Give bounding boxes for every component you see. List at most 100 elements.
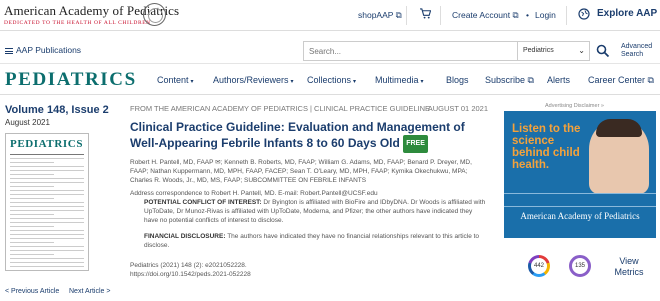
cover-text-line [10,222,84,223]
cover-text-line [10,182,84,183]
dimensions-badge[interactable]: 135 [569,255,591,277]
nav-label: Subscribe ⧉ [485,75,534,85]
login-link[interactable]: Login [535,10,556,20]
shop-aap-link[interactable]: shopAAP ⧉ [358,10,402,21]
financial-disclosure: FINANCIAL DISCLOSURE: The authors have i… [130,232,488,250]
article-category-text: FROM THE AMERICAN ACADEMY OF PEDIATRICS … [130,104,431,113]
chevron-down-icon: ▾ [353,79,357,85]
next-article-link[interactable]: Next Article > [69,288,110,295]
search-input[interactable] [303,41,518,61]
cover-text-line [10,234,84,235]
nav-label: Authors/Reviewers [213,75,289,85]
journal-nav: PEDIATRICS Content ▾ Authors/Reviewers ▾ C… [0,65,660,95]
doi-link[interactable]: https://doi.org/10.1542/peds.2021-052228 [130,270,488,279]
cover-text-line [10,198,55,199]
chevron-down-icon: ▾ [190,79,194,85]
cover-text-line [10,254,55,255]
advertisement-banner[interactable]: Listen to the science behind child healt… [504,111,656,238]
divider [440,6,441,25]
citation-text: Pediatrics (2021) 148 (2): e2021052228. [130,262,247,269]
ad-footer: American Academy of Pediatrics [520,211,640,221]
cover-text-line [10,262,84,263]
nav-career-center[interactable]: Career Center ⧉ [588,75,654,86]
cover-text-line [10,166,84,167]
nav-alerts[interactable]: Alerts [547,75,570,85]
cover-text-line [10,242,55,243]
menu-icon [5,47,13,54]
nav-label: Blogs [446,75,469,85]
cover-text-line [10,194,84,195]
cover-text-line [10,186,55,187]
explore-aap-link[interactable]: Explore AAP [597,8,657,19]
advanced-search-link[interactable]: Advanced Search [621,43,657,59]
cover-text-line [10,162,55,163]
cover-text-line [10,178,84,179]
previous-article-link[interactable]: < Previous Article [5,288,59,295]
aap-publications-menu[interactable]: AAP Publications [5,45,81,55]
search-bar: AAP Publications Pediatrics ⌄ Advanced S… [0,32,660,64]
ad-waveform [504,193,656,207]
altmetric-badge[interactable]: 442 [528,255,550,277]
top-bar: American Academy of Pediatrics DEDICATED… [0,0,660,31]
advertising-disclaimer-link[interactable]: Advertising Disclaimer » [545,103,604,109]
issue-volume[interactable]: Volume 148, Issue 2 [5,104,120,116]
nav-blogs[interactable]: Blogs [446,75,469,85]
cover-text-line [10,270,54,271]
nav-label: Multimedia [375,75,419,85]
free-badge: FREE [403,135,428,153]
nav-authors-reviewers[interactable]: Authors/Reviewers ▾ [213,75,294,85]
cover-text-line [10,170,84,171]
cover-text-line [10,206,84,207]
conflict-heading: POTENTIAL CONFLICT OF INTEREST: [144,199,262,206]
nav-multimedia[interactable]: Multimedia ▾ [375,75,424,85]
cover-text-line [10,210,84,211]
view-metrics-link[interactable]: View Metrics [611,256,647,278]
article-category: FROM THE AMERICAN ACADEMY OF PEDIATRICS … [130,104,488,113]
cover-title: PEDIATRICS [10,138,84,150]
cover-text-line [10,238,84,239]
divider [566,6,567,25]
nav-label: Collections [307,75,352,85]
cover-rule [10,154,84,155]
create-account-link[interactable]: Create Account ⧉ [452,10,519,21]
cover-text-line [10,190,84,191]
ad-baby-hair [596,119,642,137]
nav-subscribe[interactable]: Subscribe ⧉ [485,75,534,86]
pediatrics-logo[interactable]: PEDIATRICS [5,69,137,91]
aap-seal-icon [143,3,166,26]
issue-info: Volume 148, Issue 2 August 2021 [5,104,120,127]
financial-heading: FINANCIAL DISCLOSURE: [144,233,226,240]
search-icon[interactable] [596,44,610,58]
chevron-down-icon: ▾ [420,79,424,85]
cover-text-line [10,226,55,227]
search-scope-value: Pediatrics [523,47,554,54]
nav-content[interactable]: Content ▾ [157,75,194,85]
author-list[interactable]: Robert H. Pantell, MD, FAAP ✉; Kenneth B… [130,158,488,185]
issue-cover-image[interactable]: PEDIATRICS [5,133,89,271]
globe-icon [578,8,590,20]
altmetric-score: 442 [531,258,547,274]
cover-text-line [10,218,84,219]
issue-date: August 2021 [5,118,50,127]
article-title: Clinical Practice Guideline: Evaluation … [130,119,488,153]
article-header: FROM THE AMERICAN ACADEMY OF PEDIATRICS … [130,104,488,279]
cover-text-line [10,258,84,259]
search-scope-select[interactable]: Pediatrics ⌄ [518,41,590,61]
cover-text-line [10,202,84,203]
aap-publications-label: AAP Publications [16,45,82,55]
nav-collections[interactable]: Collections ▾ [307,75,356,85]
correspondence: Address correspondence to Robert H. Pant… [130,190,378,197]
cover-text-line [10,266,84,267]
nav-label: Content [157,75,189,85]
cover-text-line [10,158,84,159]
cover-text-line [10,246,84,247]
nav-label: Career Center ⧉ [588,75,654,85]
nav-label: Alerts [547,75,571,85]
cover-text-line [10,214,55,215]
article-date: AUGUST 01 2021 [427,104,488,113]
bullet-separator: • [526,10,529,20]
dimensions-score: 135 [574,263,585,269]
ad-headline: Listen to the science behind child healt… [512,123,581,171]
chevron-down-icon: ⌄ [578,46,585,55]
cart-icon[interactable] [420,8,431,19]
